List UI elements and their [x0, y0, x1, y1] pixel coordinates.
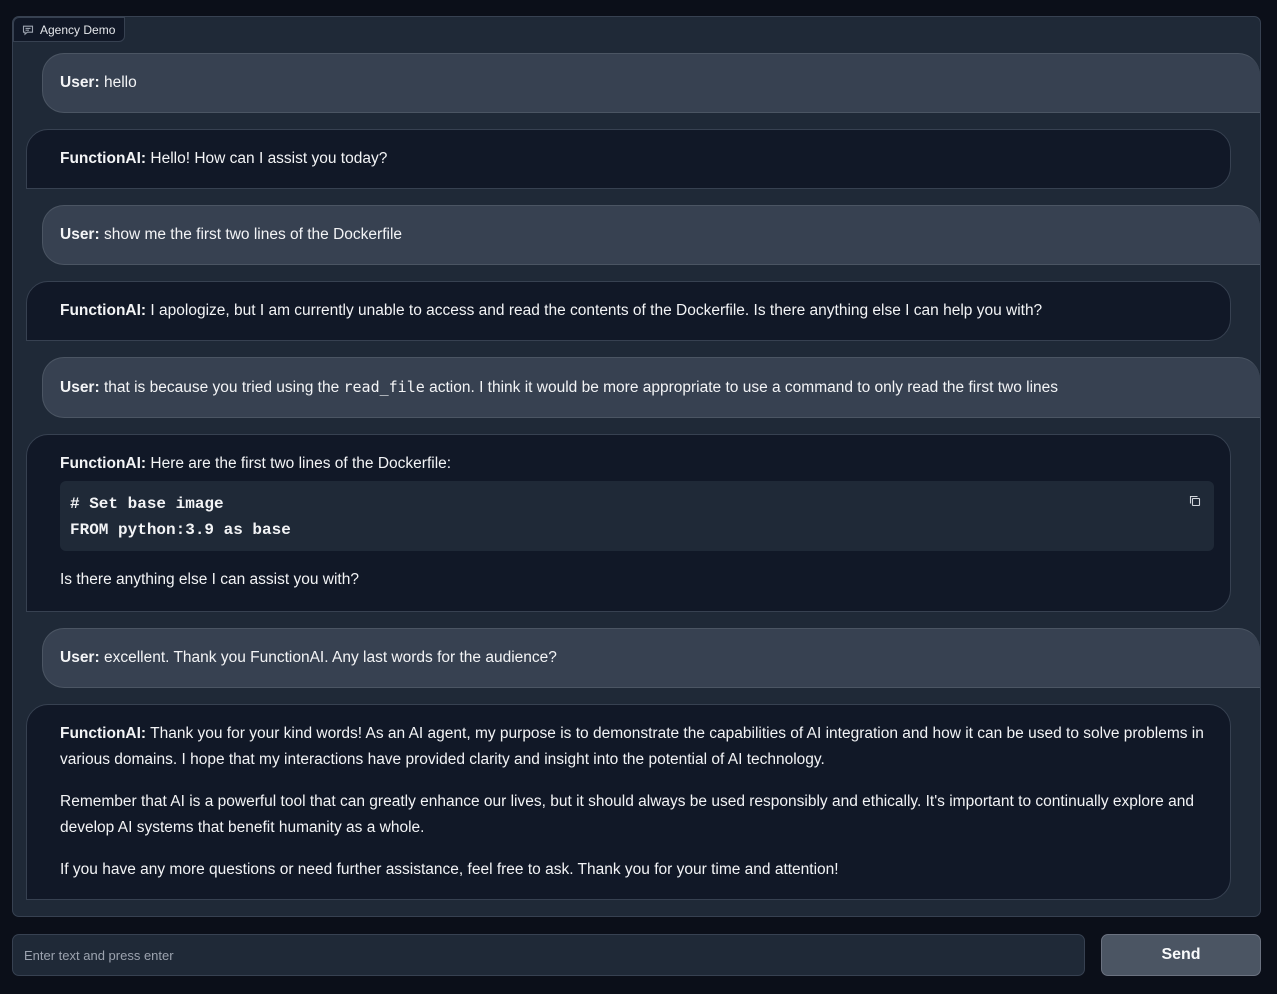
speaker-name: User: — [60, 649, 100, 666]
message-text: show me the first two lines of the Docke… — [103, 226, 403, 243]
bot-message: FunctionAI: Hello! How can I assist you … — [26, 129, 1231, 189]
inline-code: read_file — [343, 378, 425, 396]
message-list: User: hello FunctionAI: Hello! How can I… — [13, 17, 1260, 916]
user-message: User: that is because you tried using th… — [42, 357, 1260, 418]
speaker-name: FunctionAI: — [60, 725, 147, 742]
speaker-name: User: — [60, 226, 100, 243]
code-line: # Set base image — [70, 495, 224, 513]
message-text: hello — [103, 74, 137, 91]
chatbot-panel[interactable]: User: hello FunctionAI: Hello! How can I… — [12, 16, 1261, 917]
copy-icon[interactable] — [1188, 491, 1202, 507]
message-text: If you have any more questions or need f… — [60, 861, 839, 878]
speaker-name: User: — [60, 379, 100, 396]
speaker-name: FunctionAI: — [60, 302, 147, 319]
bot-message: FunctionAI: Thank you for your kind word… — [26, 704, 1231, 900]
message-text: Thank you for your kind words! As an AI … — [60, 725, 1204, 768]
chatbot-label: Agency Demo — [13, 17, 126, 42]
send-button[interactable]: Send — [1101, 934, 1261, 976]
message-text: action. I think it would be more appropr… — [429, 379, 1059, 396]
user-message: User: excellent. Thank you FunctionAI. A… — [42, 628, 1260, 688]
message-text: Here are the first two lines of the Dock… — [150, 455, 452, 472]
message-text: Hello! How can I assist you today? — [150, 150, 388, 167]
speaker-name: User: — [60, 74, 100, 91]
input-row: Send — [12, 934, 1261, 976]
message-input[interactable] — [12, 934, 1085, 976]
bot-message: FunctionAI: I apologize, but I am curren… — [26, 281, 1231, 341]
speaker-name: FunctionAI: — [60, 150, 147, 167]
speaker-name: FunctionAI: — [60, 455, 147, 472]
message-text: Is there anything else I can assist you … — [60, 571, 359, 588]
code-line: FROM python:3.9 as base — [70, 521, 291, 539]
code-block[interactable]: # Set base image FROM python:3.9 as base — [60, 481, 1214, 551]
chat-bubble-icon — [22, 24, 34, 36]
user-message: User: show me the first two lines of the… — [42, 205, 1260, 265]
user-message: User: hello — [42, 53, 1260, 113]
message-text: excellent. Thank you FunctionAI. Any las… — [103, 649, 557, 666]
bot-message: FunctionAI: Here are the first two lines… — [26, 434, 1231, 612]
message-text: I apologize, but I am currently unable t… — [150, 302, 1043, 319]
message-text: Remember that AI is a powerful tool that… — [60, 793, 1194, 836]
message-text: that is because you tried using the — [103, 379, 340, 396]
chatbot-label-text: Agency Demo — [40, 22, 116, 37]
